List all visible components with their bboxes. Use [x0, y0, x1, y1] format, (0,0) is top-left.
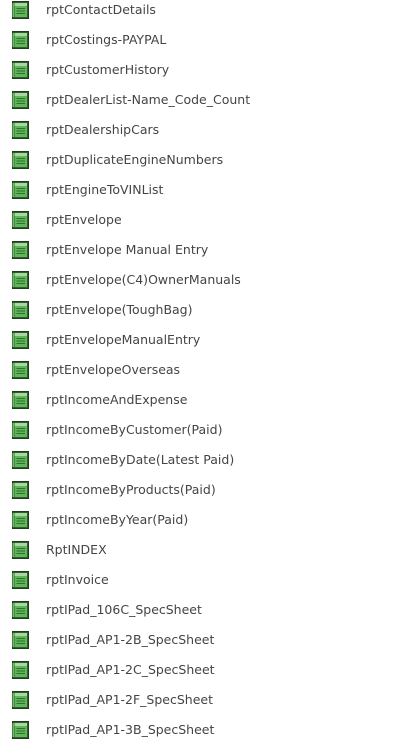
- report-item[interactable]: rptIPad_AP1-2B_SpecSheet: [0, 627, 407, 657]
- report-item[interactable]: rptEnvelope(C4)OwnerManuals: [0, 267, 407, 297]
- report-icon: [12, 271, 29, 289]
- report-item[interactable]: rptEnvelope(ToughBag): [0, 297, 407, 327]
- report-item-label: rptIPad_AP1-2F_SpecSheet: [46, 692, 213, 707]
- report-item[interactable]: rptIncomeByYear(Paid): [0, 507, 407, 537]
- report-icon: [12, 541, 29, 559]
- report-icon: [12, 1, 29, 19]
- report-icon: [12, 91, 29, 109]
- report-icon: [12, 121, 29, 139]
- report-icon: [12, 571, 29, 589]
- report-item[interactable]: rptDealershipCars: [0, 117, 407, 147]
- report-item-label: rptIPad_AP1-3B_SpecSheet: [46, 722, 215, 737]
- report-icon: [12, 361, 29, 379]
- report-icon: [12, 631, 29, 649]
- report-item-label: rptEngineToVINList: [46, 182, 164, 197]
- report-item-label: rptEnvelope(ToughBag): [46, 302, 193, 317]
- report-list: rptContactDetails rptCostings-PAYPAL rpt…: [0, 0, 407, 748]
- report-item-label: rptEnvelope(C4)OwnerManuals: [46, 272, 241, 287]
- report-item[interactable]: rptDealerList-Name_Code_Count: [0, 87, 407, 117]
- report-item-label: rptInvoice: [46, 572, 109, 587]
- report-item[interactable]: rptContactDetails: [0, 0, 407, 27]
- report-item[interactable]: rptIncomeByDate(Latest Paid): [0, 447, 407, 477]
- report-icon: [12, 391, 29, 409]
- report-icon: [12, 451, 29, 469]
- report-item-label: rptContactDetails: [46, 2, 156, 17]
- report-item-label: rptDealershipCars: [46, 122, 160, 137]
- report-item-label: rptIncomeAndExpense: [46, 392, 188, 407]
- report-icon: [12, 241, 29, 259]
- report-item-label: rptEnvelope: [46, 212, 122, 227]
- report-item[interactable]: rptEnvelope Manual Entry: [0, 237, 407, 267]
- report-item[interactable]: rptIPad_AP1-2F_SpecSheet: [0, 687, 407, 717]
- report-icon: [12, 661, 29, 679]
- report-item[interactable]: rptEnvelope: [0, 207, 407, 237]
- report-item-label: rptEnvelopeOverseas: [46, 362, 181, 377]
- report-icon: [12, 691, 29, 709]
- report-item[interactable]: rptIPad_AP1-2C_SpecSheet: [0, 657, 407, 687]
- report-item[interactable]: rptInvoice: [0, 567, 407, 597]
- report-item-label: rptDuplicateEngineNumbers: [46, 152, 224, 167]
- report-item-label: rptIncomeByProducts(Paid): [46, 482, 216, 497]
- report-icon: [12, 151, 29, 169]
- report-icon: [12, 511, 29, 529]
- report-item[interactable]: rptIncomeByProducts(Paid): [0, 477, 407, 507]
- report-item[interactable]: rptIPad_106C_SpecSheet: [0, 597, 407, 627]
- report-item-label: RptINDEX: [46, 542, 107, 557]
- report-icon: [12, 301, 29, 319]
- report-item-label: rptIPad_106C_SpecSheet: [46, 602, 202, 617]
- report-item-label: rptCostings-PAYPAL: [46, 32, 167, 47]
- report-item[interactable]: rptIncomeAndExpense: [0, 387, 407, 417]
- report-icon: [12, 181, 29, 199]
- report-item[interactable]: RptINDEX: [0, 537, 407, 567]
- report-item-label: rptDealerList-Name_Code_Count: [46, 92, 251, 107]
- report-item-label: rptCustomerHistory: [46, 62, 170, 77]
- report-item[interactable]: rptCustomerHistory: [0, 57, 407, 87]
- report-icon: [12, 61, 29, 79]
- report-item[interactable]: rptIncomeByCustomer(Paid): [0, 417, 407, 447]
- report-item-label: rptIPad_AP1-2C_SpecSheet: [46, 662, 215, 677]
- report-icon: [12, 31, 29, 49]
- report-icon: [12, 421, 29, 439]
- report-item[interactable]: rptEngineToVINList: [0, 177, 407, 207]
- report-item[interactable]: rptCostings-PAYPAL: [0, 27, 407, 57]
- report-icon: [12, 211, 29, 229]
- report-icon: [12, 601, 29, 619]
- report-item[interactable]: rptEnvelopeManualEntry: [0, 327, 407, 357]
- report-icon: [12, 331, 29, 349]
- report-item-label: rptEnvelope Manual Entry: [46, 242, 209, 257]
- report-item[interactable]: rptIPad_AP1-3B_SpecSheet: [0, 717, 407, 747]
- report-item[interactable]: rptDuplicateEngineNumbers: [0, 147, 407, 177]
- report-item-label: rptIncomeByYear(Paid): [46, 512, 189, 527]
- report-item-label: rptIncomeByDate(Latest Paid): [46, 452, 235, 467]
- report-item-label: rptIPad_AP1-2B_SpecSheet: [46, 632, 215, 647]
- report-item-label: rptIncomeByCustomer(Paid): [46, 422, 223, 437]
- report-item-label: rptEnvelopeManualEntry: [46, 332, 201, 347]
- report-item[interactable]: rptEnvelopeOverseas: [0, 357, 407, 387]
- report-icon: [12, 721, 29, 739]
- report-icon: [12, 481, 29, 499]
